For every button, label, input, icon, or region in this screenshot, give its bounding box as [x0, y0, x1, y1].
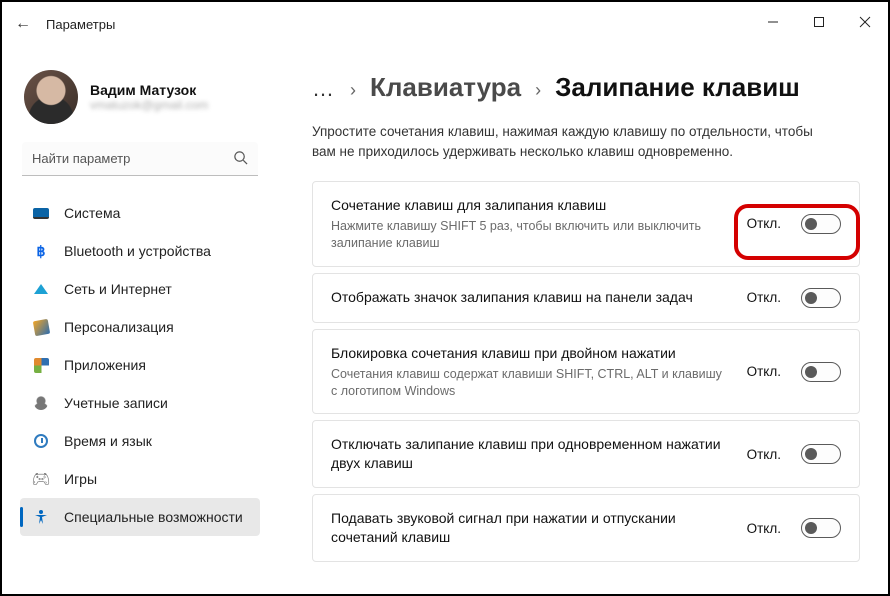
setting-row-taskbar-icon: Отображать значок залипания клавиш на па… [312, 273, 860, 323]
avatar [24, 70, 78, 124]
sidebar-item-system[interactable]: Система [20, 194, 260, 232]
profile-block[interactable]: Вадим Матузок vmatuzok@gmail.com [24, 70, 260, 124]
toggle-lock-double-press[interactable] [801, 362, 841, 382]
system-icon [32, 204, 50, 222]
nav-list: Система ฿ Bluetooth и устройства Сеть и … [20, 194, 260, 594]
bluetooth-icon: ฿ [32, 242, 50, 260]
accessibility-icon [32, 508, 50, 526]
page-description: Упростите сочетания клавиш, нажимая кажд… [312, 122, 832, 161]
accounts-icon [32, 394, 50, 412]
setting-row-disable-two-keys: Отключать залипание клавиш при одновреме… [312, 420, 860, 488]
setting-title: Отключать залипание клавиш при одновреме… [331, 435, 731, 473]
setting-title: Сочетание клавиш для залипания клавиш [331, 196, 731, 215]
breadcrumb-current: Залипание клавиш [555, 72, 800, 103]
toggle-state-label: Откл. [747, 521, 781, 536]
sidebar-item-label: Персонализация [64, 319, 174, 335]
toggle-state-label: Откл. [747, 216, 781, 231]
search-icon [233, 150, 248, 168]
time-icon [32, 432, 50, 450]
setting-subtitle: Сочетания клавиш содержат клавиши SHIFT,… [331, 366, 731, 400]
toggle-disable-two-keys[interactable] [801, 444, 841, 464]
toggle-state-label: Откл. [747, 290, 781, 305]
sidebar-item-label: Сеть и Интернет [64, 281, 172, 297]
sidebar-item-label: Время и язык [64, 433, 152, 449]
search-container [22, 142, 258, 176]
toggle-sound-on-press[interactable] [801, 518, 841, 538]
titlebar: ← Параметры [2, 2, 888, 46]
profile-email: vmatuzok@gmail.com [90, 98, 208, 112]
chevron-right-icon: › [535, 80, 541, 101]
gaming-icon: 🎮︎ [32, 470, 50, 488]
personalization-icon [32, 318, 50, 336]
sidebar: Вадим Матузок vmatuzok@gmail.com Система… [2, 46, 272, 594]
setting-title: Блокировка сочетания клавиш при двойном … [331, 344, 731, 363]
sidebar-item-apps[interactable]: Приложения [20, 346, 260, 384]
toggle-state-label: Откл. [747, 364, 781, 379]
setting-subtitle: Нажмите клавишу SHIFT 5 раз, чтобы включ… [331, 218, 731, 252]
maximize-button[interactable] [796, 2, 842, 42]
sidebar-item-network[interactable]: Сеть и Интернет [20, 270, 260, 308]
breadcrumb-more-icon[interactable]: … [312, 76, 336, 106]
apps-icon [32, 356, 50, 374]
sidebar-item-accounts[interactable]: Учетные записи [20, 384, 260, 422]
settings-list: Сочетание клавиш для залипания клавиш На… [312, 181, 864, 574]
sidebar-item-label: Система [64, 205, 120, 221]
profile-name: Вадим Матузок [90, 82, 208, 98]
sidebar-item-accessibility[interactable]: Специальные возможности [20, 498, 260, 536]
minimize-button[interactable] [750, 2, 796, 42]
toggle-taskbar-icon[interactable] [801, 288, 841, 308]
setting-row-shortcut: Сочетание клавиш для залипания клавиш На… [312, 181, 860, 267]
window-title: Параметры [46, 17, 115, 32]
setting-title: Отображать значок залипания клавиш на па… [331, 288, 731, 307]
sidebar-item-label: Bluetooth и устройства [64, 243, 211, 259]
chevron-right-icon: › [350, 80, 356, 101]
setting-title: Подавать звуковой сигнал при нажатии и о… [331, 509, 731, 547]
toggle-state-label: Откл. [747, 447, 781, 462]
sidebar-item-bluetooth[interactable]: ฿ Bluetooth и устройства [20, 232, 260, 270]
network-icon [32, 280, 50, 298]
breadcrumb: … › Клавиатура › Залипание клавиш [312, 72, 864, 106]
main-panel: … › Клавиатура › Залипание клавиш Упрост… [272, 46, 888, 594]
sidebar-item-label: Специальные возможности [64, 509, 243, 525]
setting-row-sound-on-press: Подавать звуковой сигнал при нажатии и о… [312, 494, 860, 562]
sidebar-item-gaming[interactable]: 🎮︎ Игры [20, 460, 260, 498]
sidebar-item-label: Приложения [64, 357, 146, 373]
sidebar-item-time-language[interactable]: Время и язык [20, 422, 260, 460]
breadcrumb-parent[interactable]: Клавиатура [370, 72, 521, 103]
back-button[interactable]: ← [10, 15, 36, 33]
sidebar-item-label: Учетные записи [64, 395, 168, 411]
toggle-shortcut[interactable] [801, 214, 841, 234]
sidebar-item-personalization[interactable]: Персонализация [20, 308, 260, 346]
sidebar-item-label: Игры [64, 471, 97, 487]
setting-row-lock-double-press: Блокировка сочетания клавиш при двойном … [312, 329, 860, 415]
search-input[interactable] [22, 142, 258, 176]
close-button[interactable] [842, 2, 888, 42]
